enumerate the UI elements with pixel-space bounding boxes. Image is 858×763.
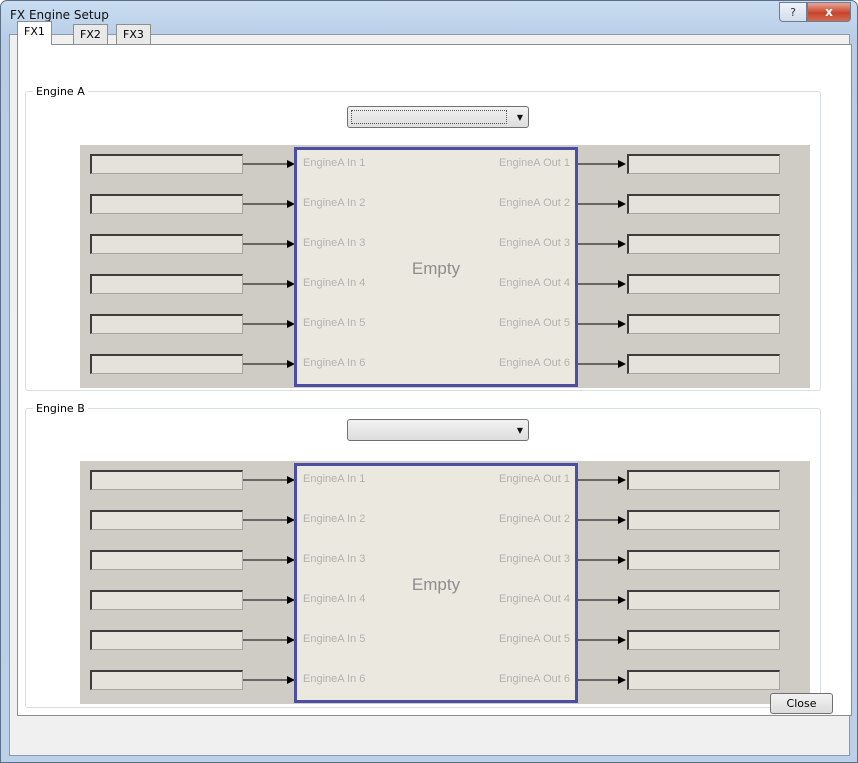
engine-output-label: EngineA Out 1 (499, 473, 570, 485)
output-destination-slot[interactable] (627, 630, 780, 650)
engine-input-label: EngineA In 3 (303, 237, 366, 249)
input-source-slot[interactable] (90, 354, 243, 374)
chevron-down-icon: ▼ (516, 426, 523, 435)
arrow-right-icon (618, 320, 626, 328)
output-destination-slot[interactable] (627, 670, 780, 690)
engine-output-label: EngineA Out 4 (499, 277, 570, 289)
engine-input-label: EngineA In 1 (303, 473, 366, 485)
window-title: FX Engine Setup (10, 8, 109, 22)
engine-name: Empty (411, 575, 461, 594)
engine-output-label: EngineA Out 5 (499, 633, 570, 645)
engine-input-label: EngineA In 6 (303, 673, 366, 685)
input-source-slot[interactable] (90, 314, 243, 334)
engine-input-label: EngineA In 5 (303, 633, 366, 645)
chevron-down-icon: ▼ (516, 113, 523, 122)
arrow-right-icon (618, 240, 626, 248)
help-button[interactable]: ? (779, 2, 807, 22)
input-source-slot[interactable] (90, 670, 243, 690)
arrow-right-icon (618, 280, 626, 288)
engine-output-label: EngineA Out 5 (499, 317, 570, 329)
routing-panel: Empty EngineA In 1 EngineA Out 1 EngineA In… (80, 145, 810, 388)
input-source-slot[interactable] (90, 154, 243, 174)
input-source-slot[interactable] (90, 510, 243, 530)
input-source-slot[interactable] (90, 234, 243, 254)
engine-output-label: EngineA Out 6 (499, 673, 570, 685)
group-title: Engine B (33, 402, 88, 415)
engine-block[interactable]: Empty EngineA In 1 EngineA Out 1 EngineA In… (294, 147, 578, 387)
tab-fx3[interactable]: FX3 (116, 24, 151, 44)
engine-output-label: EngineA Out 3 (499, 553, 570, 565)
engine-output-label: EngineA Out 4 (499, 593, 570, 605)
arrow-right-icon (618, 360, 626, 368)
output-destination-slot[interactable] (627, 194, 780, 214)
help-icon: ? (790, 5, 796, 19)
engine-select-a[interactable]: ▼ (347, 106, 529, 128)
tab-fx1[interactable]: FX1 (17, 21, 52, 45)
tab-label: FX2 (80, 28, 101, 41)
engine-input-label: EngineA In 2 (303, 197, 366, 209)
tab-label: FX3 (123, 28, 144, 41)
engine-input-label: EngineA In 4 (303, 277, 366, 289)
input-source-slot[interactable] (90, 590, 243, 610)
engine-input-label: EngineA In 6 (303, 357, 366, 369)
focus-rect (351, 110, 507, 124)
output-destination-slot[interactable] (627, 510, 780, 530)
output-destination-slot[interactable] (627, 470, 780, 490)
engine-output-label: EngineA Out 6 (499, 357, 570, 369)
input-source-slot[interactable] (90, 630, 243, 650)
arrow-right-icon (618, 676, 626, 684)
engine-output-label: EngineA Out 2 (499, 513, 570, 525)
close-button[interactable]: Close (770, 693, 833, 714)
input-source-slot[interactable] (90, 274, 243, 294)
input-source-slot[interactable] (90, 550, 243, 570)
output-destination-slot[interactable] (627, 234, 780, 254)
tab-label: FX1 (24, 25, 45, 38)
output-destination-slot[interactable] (627, 154, 780, 174)
fx-engine-setup-window: FX Engine Setup ? x FX1 FX2 FX3 Engine A… (0, 0, 858, 763)
arrow-right-icon (618, 596, 626, 604)
group-title: Engine A (33, 85, 88, 98)
engine-block[interactable]: Empty EngineA In 1 EngineA Out 1 EngineA In… (294, 463, 578, 703)
engine-input-label: EngineA In 5 (303, 317, 366, 329)
engine-input-label: EngineA In 3 (303, 553, 366, 565)
input-source-slot[interactable] (90, 470, 243, 490)
arrow-right-icon (618, 556, 626, 564)
engine-input-label: EngineA In 1 (303, 157, 366, 169)
engine-output-label: EngineA Out 2 (499, 197, 570, 209)
engine-output-label: EngineA Out 3 (499, 237, 570, 249)
arrow-right-icon (618, 516, 626, 524)
arrow-right-icon (618, 160, 626, 168)
engine-name: Empty (411, 259, 461, 278)
tab-fx2[interactable]: FX2 (73, 24, 108, 44)
close-icon: x (825, 5, 833, 19)
window-close-button[interactable]: x (807, 2, 851, 22)
input-source-slot[interactable] (90, 194, 243, 214)
output-destination-slot[interactable] (627, 550, 780, 570)
arrow-right-icon (618, 200, 626, 208)
output-destination-slot[interactable] (627, 274, 780, 294)
arrow-right-icon (618, 476, 626, 484)
arrow-right-icon (618, 636, 626, 644)
engine-input-label: EngineA In 4 (303, 593, 366, 605)
engine-select-b[interactable]: ▼ (347, 419, 529, 441)
routing-panel: Empty EngineA In 1 EngineA Out 1 EngineA In… (80, 461, 810, 704)
engine-output-label: EngineA Out 1 (499, 157, 570, 169)
output-destination-slot[interactable] (627, 354, 780, 374)
output-destination-slot[interactable] (627, 314, 780, 334)
engine-input-label: EngineA In 2 (303, 513, 366, 525)
output-destination-slot[interactable] (627, 590, 780, 610)
